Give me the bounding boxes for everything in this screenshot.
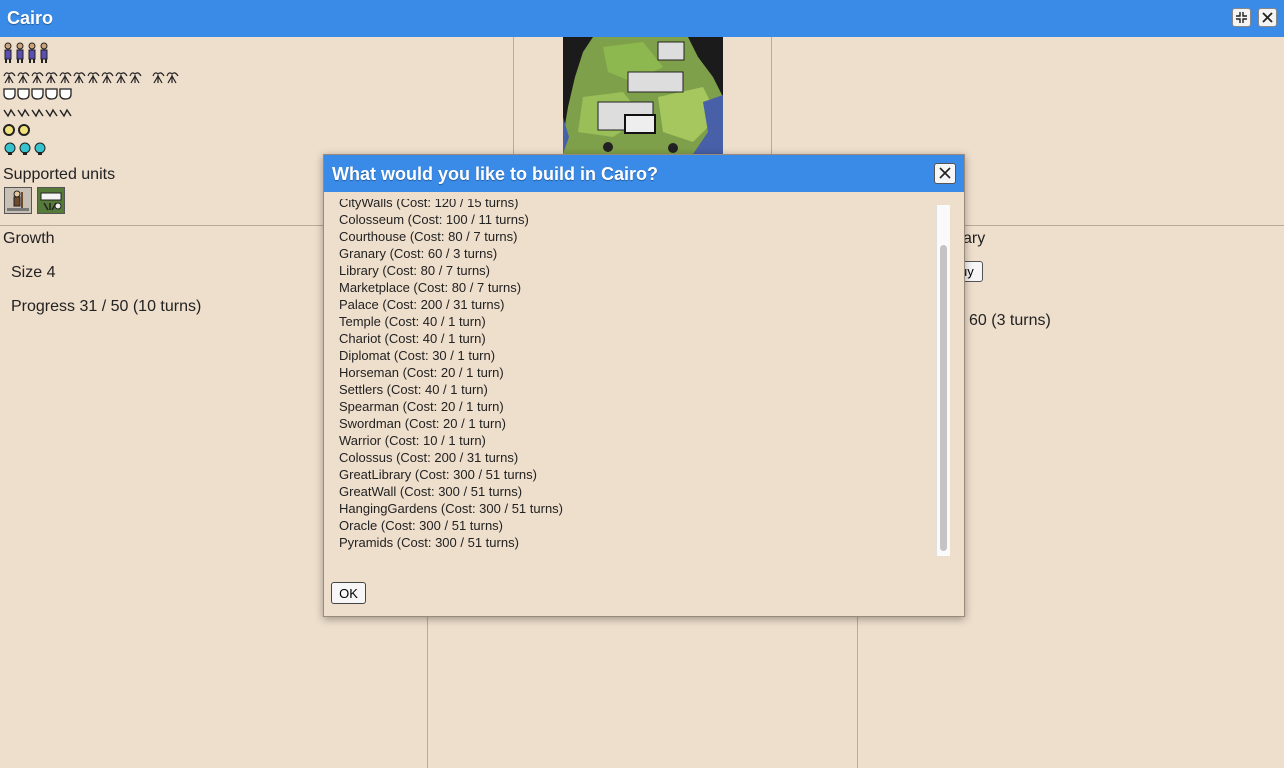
- build-dialog: What would you like to build in Cairo? C…: [323, 154, 965, 617]
- close-icon: [939, 167, 951, 179]
- list-scrollbar[interactable]: [936, 205, 950, 556]
- supported-units-label: Supported units: [3, 166, 116, 183]
- build-option[interactable]: Spearman (Cost: 20 / 1 turn): [339, 398, 563, 415]
- build-option[interactable]: Colossus (Cost: 200 / 31 turns): [339, 449, 563, 466]
- shield-row: [3, 88, 179, 102]
- citizen-icon[interactable]: [27, 42, 37, 64]
- food-icon: [3, 72, 16, 84]
- window-titlebar: Cairo: [0, 0, 1284, 37]
- ok-button[interactable]: OK: [331, 582, 366, 604]
- settlers-unit-icon: [5, 188, 31, 213]
- gold-row: [3, 124, 179, 138]
- close-icon: [1262, 12, 1273, 23]
- science-bulb-icon: [34, 142, 46, 155]
- supported-unit-settlers[interactable]: [4, 187, 32, 214]
- citizens-row: [3, 42, 179, 66]
- science-bulb-icon: [19, 142, 31, 155]
- close-window-button[interactable]: [1258, 8, 1277, 27]
- build-option[interactable]: Diplomat (Cost: 30 / 1 turn): [339, 347, 563, 364]
- build-option[interactable]: Marketplace (Cost: 80 / 7 turns): [339, 279, 563, 296]
- food-icon: [87, 72, 100, 84]
- build-option[interactable]: Granary (Cost: 60 / 3 turns): [339, 245, 563, 262]
- food-icon: [101, 72, 114, 84]
- build-option[interactable]: GreatWall (Cost: 300 / 51 turns): [339, 483, 563, 500]
- trade-icon: [31, 108, 44, 118]
- science-bulb-icon: [4, 142, 16, 155]
- food-icon: [17, 72, 30, 84]
- citizen-icon[interactable]: [15, 42, 25, 64]
- build-option[interactable]: Oracle (Cost: 300 / 51 turns): [339, 517, 563, 534]
- trade-icon: [45, 108, 58, 118]
- food-icon: [115, 72, 128, 84]
- warrior-unit-icon: [38, 188, 64, 213]
- build-option[interactable]: Settlers (Cost: 40 / 1 turn): [339, 381, 563, 398]
- build-option[interactable]: Palace (Cost: 200 / 31 turns): [339, 296, 563, 313]
- build-option[interactable]: Library (Cost: 80 / 7 turns): [339, 262, 563, 279]
- supported-unit-warrior[interactable]: [37, 187, 65, 214]
- build-option[interactable]: CityWalls (Cost: 120 / 15 turns): [339, 199, 563, 211]
- build-options-list[interactable]: CityWalls (Cost: 120 / 15 turns) Colosseu…: [339, 199, 919, 555]
- build-option[interactable]: Warrior (Cost: 10 / 1 turn): [339, 432, 563, 449]
- city-map[interactable]: [563, 37, 723, 154]
- build-option[interactable]: Colosseum (Cost: 100 / 11 turns): [339, 211, 563, 228]
- growth-progress: Progress 31 / 50 (10 turns): [11, 298, 202, 315]
- citizen-icon[interactable]: [39, 42, 49, 64]
- shield-icon: [3, 88, 16, 100]
- gold-icon: [18, 124, 30, 136]
- shield-icon: [17, 88, 30, 100]
- shield-icon: [31, 88, 44, 100]
- build-option[interactable]: GreatLibrary (Cost: 300 / 51 turns): [339, 466, 563, 483]
- collapse-button[interactable]: [1232, 8, 1251, 27]
- food-icon: [166, 72, 179, 84]
- trade-icon: [17, 108, 30, 118]
- window-title: Cairo: [7, 8, 54, 28]
- dialog-header: What would you like to build in Cairo?: [324, 155, 964, 192]
- food-icon: [129, 72, 142, 84]
- production-progress: 60 (3 turns): [969, 312, 1051, 329]
- production-heading: ary: [963, 230, 986, 247]
- trade-row: [3, 106, 179, 120]
- science-row: [3, 142, 179, 156]
- gold-icon: [3, 124, 15, 136]
- build-option[interactable]: Courthouse (Cost: 80 / 7 turns): [339, 228, 563, 245]
- build-option[interactable]: Swordman (Cost: 20 / 1 turn): [339, 415, 563, 432]
- build-option[interactable]: Temple (Cost: 40 / 1 turn): [339, 313, 563, 330]
- city-size: Size 4: [11, 264, 56, 281]
- scrollbar-thumb[interactable]: [940, 245, 947, 551]
- citizen-icon[interactable]: [3, 42, 13, 64]
- food-row: [3, 70, 179, 84]
- dialog-close-button[interactable]: [934, 163, 956, 184]
- dialog-title: What would you like to build in Cairo?: [332, 164, 658, 184]
- food-icon: [59, 72, 72, 84]
- food-icon: [152, 72, 165, 84]
- food-icon: [45, 72, 58, 84]
- shield-icon: [59, 88, 72, 100]
- food-icon: [73, 72, 86, 84]
- city-yields-panel: [3, 42, 179, 160]
- trade-icon: [3, 108, 16, 118]
- build-option[interactable]: HangingGardens (Cost: 300 / 51 turns): [339, 500, 563, 517]
- build-option[interactable]: Pyramids (Cost: 300 / 51 turns): [339, 534, 563, 551]
- food-icon: [31, 72, 44, 84]
- growth-heading: Growth: [3, 230, 55, 247]
- shield-icon: [45, 88, 58, 100]
- build-option[interactable]: Horseman (Cost: 20 / 1 turn): [339, 364, 563, 381]
- collapse-icon: [1236, 12, 1247, 23]
- trade-icon: [59, 108, 72, 118]
- divider: [427, 617, 428, 768]
- divider: [857, 617, 858, 768]
- build-option[interactable]: Chariot (Cost: 40 / 1 turn): [339, 330, 563, 347]
